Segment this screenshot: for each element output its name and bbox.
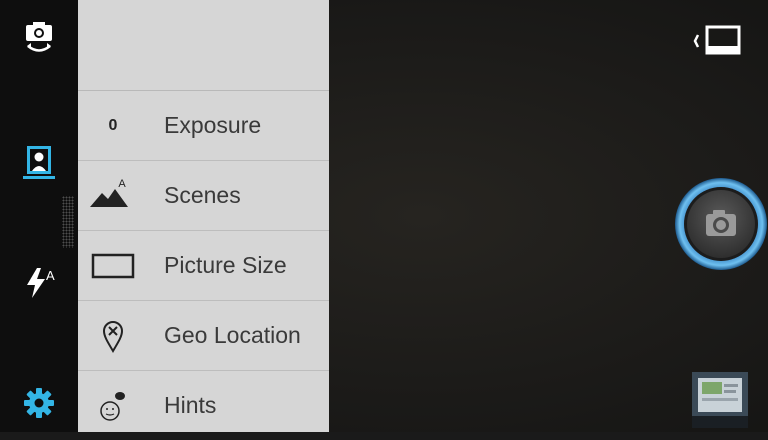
exposure-icon: 0 — [78, 91, 148, 160]
shutter-button[interactable] — [674, 176, 768, 272]
picture-size-icon — [78, 231, 148, 300]
hints-icon — [78, 371, 148, 440]
switch-camera-button[interactable] — [14, 13, 64, 63]
portrait-mode-icon — [23, 146, 55, 179]
last-photo-thumbnail[interactable] — [692, 372, 748, 428]
menu-item-geo-location[interactable]: Geo Location — [78, 301, 329, 371]
menu-item-label: Exposure — [164, 112, 262, 138]
chevron-left-icon — [693, 34, 700, 48]
menu-item-picture-size[interactable]: Picture Size — [78, 231, 329, 301]
geo-location-icon — [78, 301, 148, 370]
scenes-auto-badge: A — [118, 177, 126, 190]
scenes-mountain-icon: A — [78, 161, 148, 230]
menu-item-exposure[interactable]: 0 Exposure — [78, 91, 329, 161]
fullscreen-toggle-button[interactable] — [690, 24, 742, 58]
flash-mode-button[interactable]: A — [14, 258, 64, 308]
camera-shutter-icon — [675, 178, 767, 270]
settings-gear-icon — [24, 388, 54, 418]
exposure-value: 0 — [108, 116, 118, 134]
settings-menu-panel: 0 Exposure A Scenes Picture Size Geo Loc… — [78, 0, 329, 432]
switch-camera-icon — [26, 22, 52, 52]
menu-item-scenes[interactable]: A Scenes — [78, 161, 329, 231]
menu-item-label: Picture Size — [164, 252, 287, 278]
flash-mode-label: A — [46, 268, 55, 283]
portrait-mode-button[interactable] — [14, 138, 64, 188]
menu-item-label: Hints — [164, 392, 217, 418]
fullscreen-toggle-icon — [705, 25, 741, 55]
photo-preview-image — [692, 372, 748, 428]
rail-scroll-handle[interactable] — [62, 196, 74, 248]
settings-button[interactable] — [14, 378, 64, 428]
left-control-rail: A — [0, 0, 78, 432]
menu-item-label: Geo Location — [164, 322, 301, 348]
menu-item-label: Scenes — [164, 182, 241, 208]
settings-menu-header — [78, 0, 329, 91]
menu-item-hints[interactable]: Hints — [78, 371, 329, 440]
